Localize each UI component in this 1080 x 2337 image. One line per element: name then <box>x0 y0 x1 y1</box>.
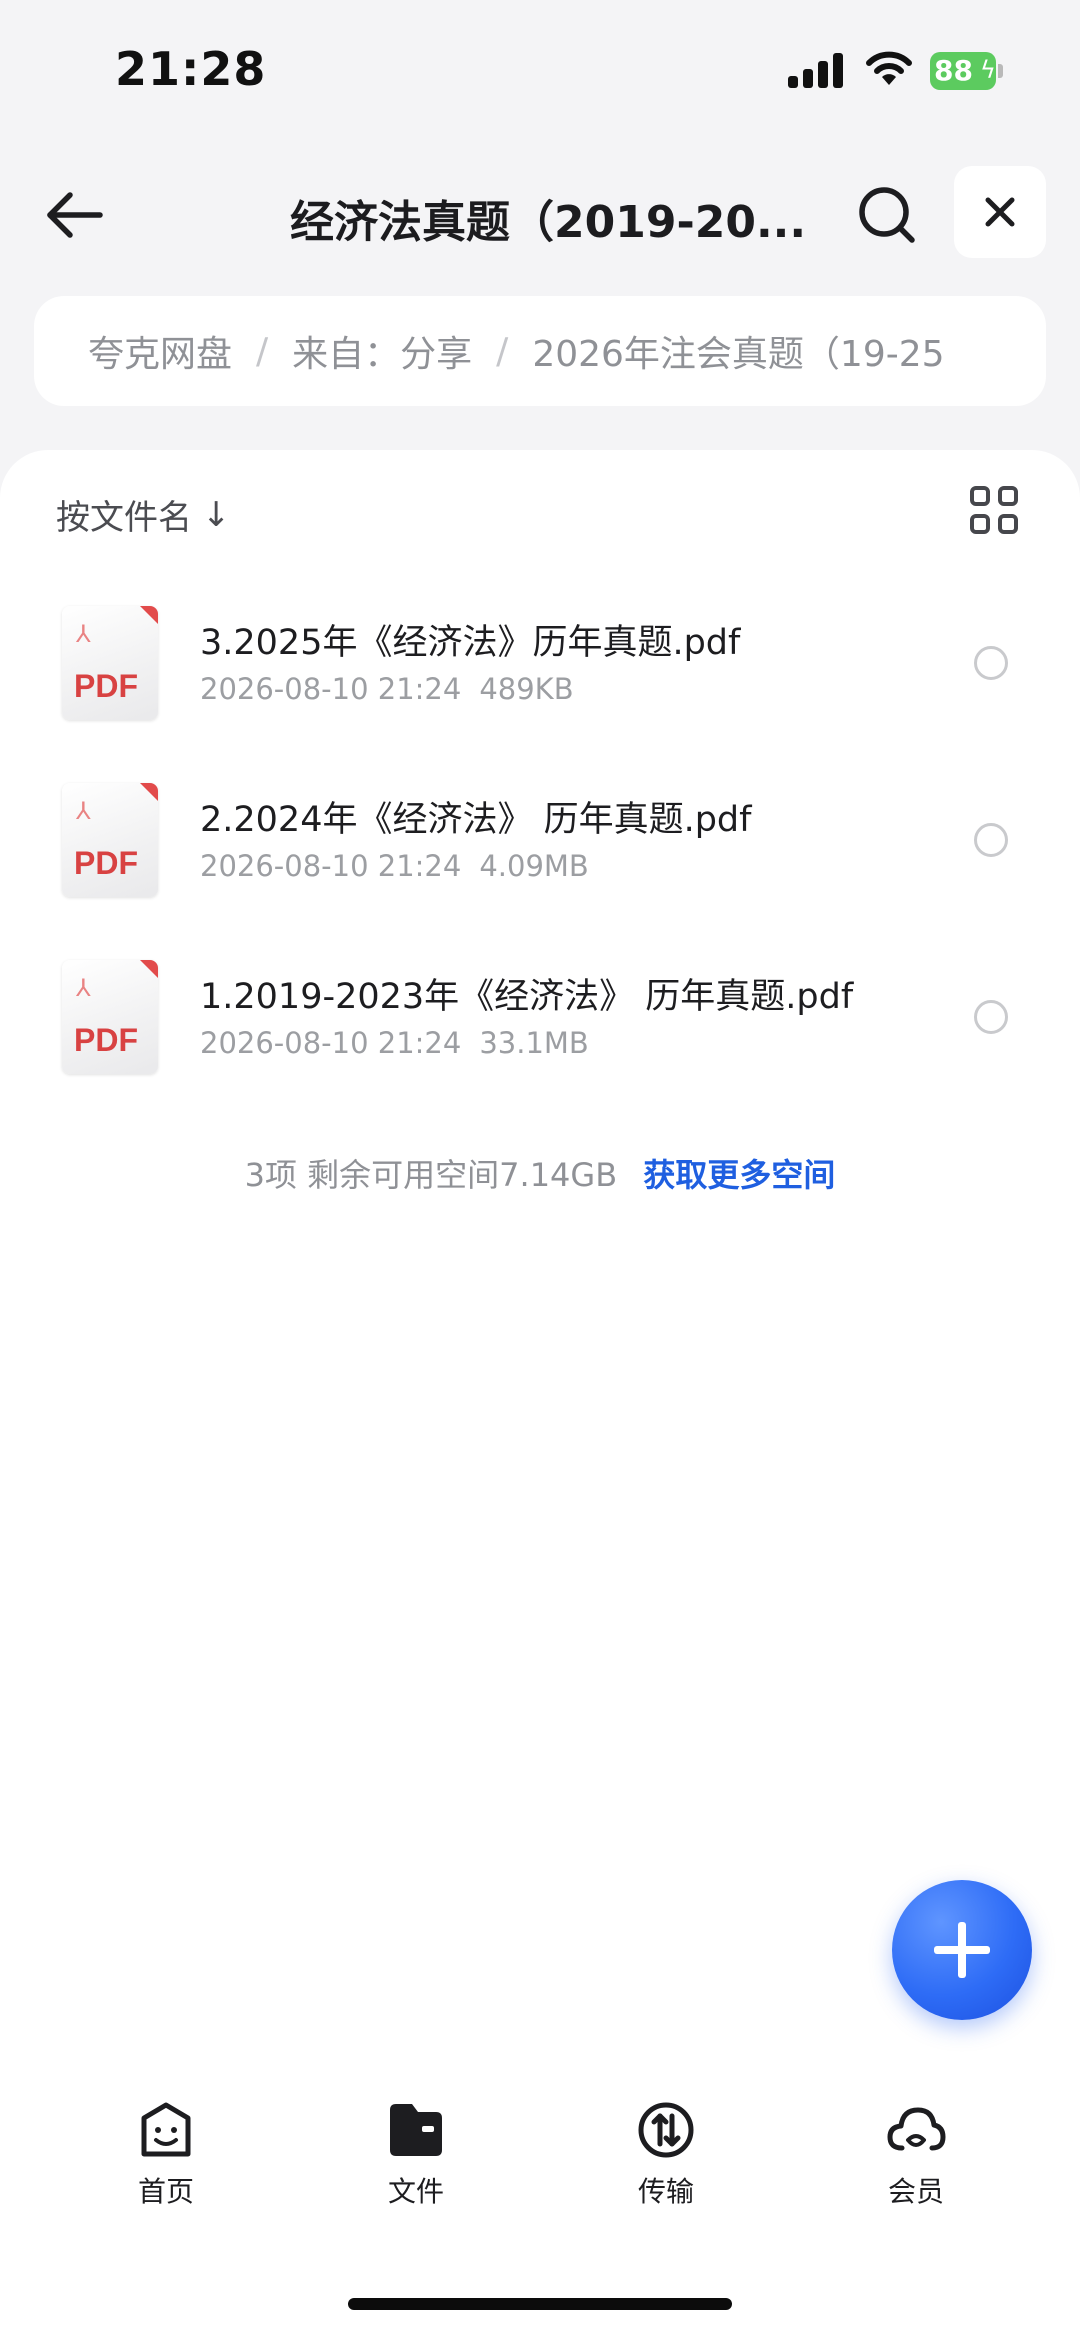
file-row[interactable]: ⅄ PDF 2.2024年《经济法》 历年真题.pdf 2026-08-10 2… <box>0 783 1080 933</box>
pdf-corner <box>140 606 158 624</box>
file-row[interactable]: ⅄ PDF 1.2019-2023年《经济法》 历年真题.pdf 2026-08… <box>0 960 1080 1110</box>
acrobat-mark-icon: ⅄ <box>76 620 91 648</box>
battery-icon: 88 ϟ <box>930 52 1003 90</box>
acrobat-mark-icon: ⅄ <box>76 974 91 1002</box>
close-button[interactable] <box>954 166 1046 258</box>
file-name: 3.2025年《经济法》历年真题.pdf <box>200 623 741 663</box>
pdf-type-label: PDF <box>74 845 138 881</box>
select-radio[interactable] <box>974 646 1008 680</box>
wifi-icon <box>866 51 912 85</box>
add-button[interactable] <box>892 1880 1032 2020</box>
breadcrumb: 夸克网盘 / 来自：分享 / 2026年注会真题（19-25 <box>34 296 1046 406</box>
battery-level: 88 <box>934 54 973 87</box>
file-name: 2.2024年《经济法》 历年真题.pdf <box>200 800 752 840</box>
select-radio[interactable] <box>974 823 1008 857</box>
file-size: 33.1MB <box>479 1026 589 1060</box>
breadcrumb-item-share[interactable]: 来自：分享 <box>292 325 472 377</box>
tab-home[interactable]: 首页 <box>86 2100 246 2220</box>
signal-icon <box>788 52 844 88</box>
close-icon <box>985 197 1015 227</box>
breadcrumb-item-folder[interactable]: 2026年注会真题（19-25 <box>532 325 944 377</box>
breadcrumb-item-root[interactable]: 夸克网盘 <box>88 325 232 377</box>
file-meta: 2026-08-10 21:24 4.09MB <box>200 849 589 883</box>
charging-bolt-icon: ϟ <box>980 56 996 84</box>
page-title: 经济法真题（2019-20... <box>290 197 807 248</box>
pdf-type-label: PDF <box>74 1022 138 1058</box>
select-radio[interactable] <box>974 1000 1008 1034</box>
pdf-file-icon: ⅄ PDF <box>62 606 158 720</box>
tab-label: 首页 <box>137 2175 194 2208</box>
storage-summary-text: 3项 剩余可用空间7.14GB <box>244 1156 618 1194</box>
file-size: 489KB <box>479 672 574 706</box>
pdf-corner <box>140 783 158 801</box>
status-bar: 21:28 88 ϟ <box>0 0 1080 140</box>
sort-arrow-icon: ↓ <box>202 494 231 535</box>
tab-label: 传输 <box>637 2175 694 2208</box>
sort-label: 按文件名 <box>56 498 192 538</box>
search-icon <box>859 187 915 243</box>
transfer-icon <box>638 2102 694 2158</box>
tab-member[interactable]: 会员 <box>836 2100 996 2220</box>
file-row[interactable]: ⅄ PDF 3.2025年《经济法》历年真题.pdf 2026-08-10 21… <box>0 606 1080 756</box>
file-date: 2026-08-10 21:24 <box>200 849 462 883</box>
status-time: 21:28 <box>115 42 267 96</box>
tab-label: 会员 <box>887 2175 944 2208</box>
breadcrumb-separator: / <box>256 330 269 372</box>
breadcrumb-separator: / <box>496 330 509 372</box>
file-size: 4.09MB <box>479 849 589 883</box>
storage-summary: 3项 剩余可用空间7.14GB 获取更多空间 <box>0 1150 1080 1196</box>
battery-cap <box>998 64 1003 78</box>
search-button[interactable] <box>852 180 922 250</box>
grid-view-button[interactable] <box>970 486 1022 538</box>
cloud-icon <box>887 2107 946 2151</box>
file-list-panel: 按文件名 ↓ ⅄ PDF 3.2025年《经济法》历年真题.pdf 2026-0… <box>0 450 1080 2337</box>
acrobat-mark-icon: ⅄ <box>76 797 91 825</box>
file-meta: 2026-08-10 21:24 489KB <box>200 672 574 706</box>
pdf-type-label: PDF <box>74 668 138 704</box>
pdf-file-icon: ⅄ PDF <box>62 960 158 1074</box>
pdf-corner <box>140 960 158 978</box>
arrow-left-icon <box>47 192 103 238</box>
tab-files[interactable]: 文件 <box>336 2100 496 2220</box>
file-name: 1.2019-2023年《经济法》 历年真题.pdf <box>200 977 854 1017</box>
folder-icon <box>390 2104 442 2156</box>
get-more-space-link[interactable]: 获取更多空间 <box>643 1156 835 1194</box>
back-button[interactable] <box>40 180 110 250</box>
tab-transfer[interactable]: 传输 <box>586 2100 746 2220</box>
file-date: 2026-08-10 21:24 <box>200 1026 462 1060</box>
battery-body: 88 ϟ <box>930 52 996 90</box>
screen: 21:28 88 ϟ 经济法真题（2019-20... 夸克网盘 / 来自：分享… <box>0 0 1080 2337</box>
home-smile-icon <box>141 2102 191 2157</box>
tab-label: 文件 <box>387 2175 444 2208</box>
sort-button[interactable]: 按文件名 ↓ <box>56 490 231 539</box>
file-date: 2026-08-10 21:24 <box>200 672 462 706</box>
home-indicator <box>348 2298 732 2310</box>
file-meta: 2026-08-10 21:24 33.1MB <box>200 1026 589 1060</box>
pdf-file-icon: ⅄ PDF <box>62 783 158 897</box>
